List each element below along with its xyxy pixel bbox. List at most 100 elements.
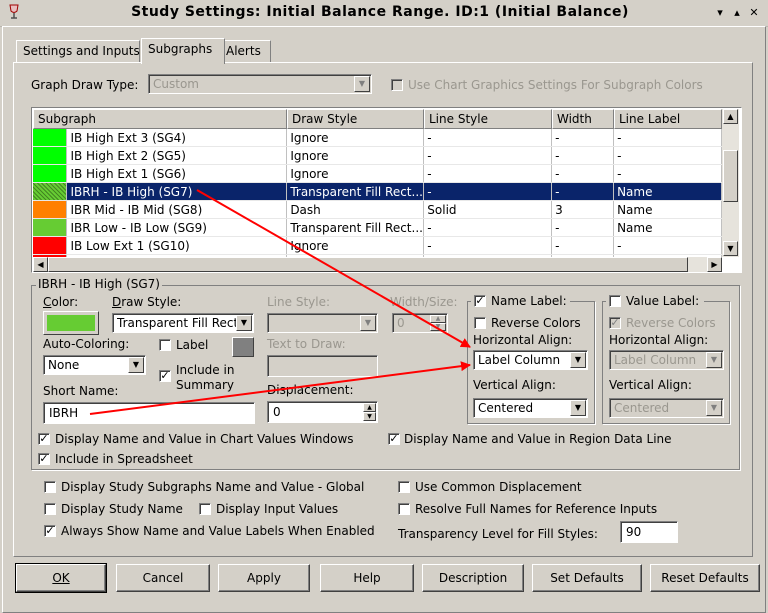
name-horizontal-align-select[interactable]: Label Column ▼ [473,350,588,370]
tab-alerts[interactable]: Alerts [219,40,271,63]
spin-down-icon[interactable]: ▼ [430,323,446,331]
horizontal-scroll-thumb[interactable] [48,257,688,272]
table-row[interactable]: IBR Low - IB Low (SG9) Transparent Fill R… [33,218,722,237]
table-row[interactable]: IBR Mid - IB Mid (SG8) Dash Solid 3 Name [33,200,722,219]
column-header-line-label[interactable]: Line Label [614,109,722,129]
help-button[interactable]: Help [320,564,414,592]
subgraph-detail-title: IBRH - IB High (SG7) [36,277,162,291]
name-reverse-colors-label: Reverse Colors [491,316,581,330]
cell-draw-style: Transparent Fill Rect... [286,218,425,237]
table-row[interactable]: IB High Ext 2 (SG5) Ignore - - - [33,146,722,165]
column-header-line-style[interactable]: Line Style [424,109,552,129]
close-icon[interactable]: ✕ [746,5,762,21]
scroll-left-icon[interactable]: ◀ [33,257,48,272]
chevron-down-icon: ▼ [128,357,144,373]
scroll-up-icon[interactable]: ▲ [723,109,738,124]
always-show-label: Always Show Name and Value Labels When E… [61,524,375,538]
cancel-button[interactable]: Cancel [116,564,210,592]
draw-style-select[interactable]: Transparent Fill Rect ▼ [112,313,254,333]
display-input-values-checkbox[interactable] [199,503,211,515]
cell-subgraph: IB High Ext 1 (SG6) [66,164,288,183]
chevron-down-icon: ▼ [354,76,370,92]
minimize-icon[interactable]: ▾ [712,5,728,21]
cell-line-label: Name [613,200,722,219]
graph-draw-type-select[interactable]: Custom ▼ [148,74,372,94]
window-title: Study Settings: Initial Balance Range. I… [131,4,629,20]
transparency-label: Transparency Level for Fill Styles: [398,527,598,541]
color-swatch [47,315,95,331]
tab-settings-and-inputs[interactable]: Settings and Inputs [16,40,140,63]
line-style-select[interactable]: ▼ [267,313,378,333]
column-header-draw-style[interactable]: Draw Style [287,109,424,129]
value-label-checkbox[interactable] [609,295,621,307]
transparency-input[interactable]: 90 [620,521,678,543]
name-vertical-align-select[interactable]: Centered ▼ [473,398,588,418]
cell-draw-style: Transparent Fill Rect... [286,182,425,201]
apply-button[interactable]: Apply [218,564,310,592]
description-button[interactable]: Description [422,564,524,592]
table-row[interactable]: IB High Ext 1 (SG6) Ignore - - - [33,164,722,183]
table-row[interactable]: IBRH - IB High (SG7) Transparent Fill Rec… [33,182,722,201]
chevron-down-icon: ▼ [360,315,376,331]
scroll-right-icon[interactable]: ▶ [707,257,722,272]
subgraph-color-swatch[interactable] [33,236,68,255]
auto-coloring-select[interactable]: None ▼ [43,355,146,375]
text-to-draw-input[interactable] [267,355,378,377]
column-header-width[interactable]: Width [552,109,614,129]
value-reverse-colors-checkbox[interactable]: ✓ [609,317,621,329]
cell-line-style: - [423,236,553,255]
displacement-spinner[interactable]: 0 ▲ ▼ [267,401,378,423]
width-size-spinner[interactable]: 0 ▲ ▼ [392,313,448,333]
spin-down-icon[interactable]: ▼ [363,412,376,421]
table-row[interactable]: IB Low Ext 1 (SG10) Ignore - - - [33,236,722,255]
cell-line-label: Name [613,182,722,201]
scroll-down-icon[interactable]: ▼ [723,241,738,256]
reset-defaults-button[interactable]: Reset Defaults [650,564,760,592]
subgraph-color-swatch[interactable] [33,218,68,237]
cell-line-style: - [423,146,553,165]
spin-up-icon[interactable]: ▲ [430,315,446,323]
subgraph-color-swatch[interactable] [33,164,68,183]
display-region-data-checkbox[interactable]: ✓ [388,433,400,445]
chevron-down-icon: ▼ [706,400,722,416]
column-header-subgraph[interactable]: Subgraph [33,109,287,129]
short-name-input[interactable]: IBRH [43,402,255,424]
vertical-scroll-thumb[interactable] [723,150,738,202]
use-common-displacement-checkbox[interactable] [398,481,410,493]
cell-line-style: - [423,129,553,147]
cell-subgraph: IBR Low - IB Low (SG9) [66,218,288,237]
subgraph-color-swatch[interactable] [33,182,68,201]
app-icon [9,4,19,19]
name-label-checkbox[interactable]: ✓ [474,295,486,307]
display-study-name-checkbox[interactable] [44,503,56,515]
display-study-name-label: Display Study Name [61,502,183,516]
tab-subgraphs[interactable]: Subgraphs [141,38,225,64]
use-chart-graphics-checkbox[interactable] [391,79,403,91]
table-row[interactable]: IB High Ext 3 (SG4) Ignore - - - [33,129,722,147]
name-reverse-colors-checkbox[interactable] [474,317,486,329]
subgraph-color-swatch[interactable] [33,200,68,219]
include-spreadsheet-checkbox[interactable]: ✓ [38,453,50,465]
subgraph-color-swatch[interactable] [33,129,68,147]
spin-up-icon[interactable]: ▲ [363,403,376,412]
ok-button[interactable]: OK [15,563,107,593]
label-color-button[interactable] [232,337,254,357]
set-defaults-button[interactable]: Set Defaults [532,564,642,592]
color-button[interactable] [43,311,99,335]
chevron-down-icon: ▼ [570,400,586,416]
cell-line-label: Name [613,218,722,237]
maximize-icon[interactable]: ▴ [729,5,745,21]
chevron-down-icon: ▼ [706,352,722,368]
value-vertical-align-select[interactable]: Centered ▼ [609,398,724,418]
include-spreadsheet-label: Include in Spreadsheet [55,452,193,466]
subgraph-color-swatch[interactable] [33,146,68,165]
include-in-summary-checkbox[interactable]: ✓ [159,370,171,382]
resolve-full-names-checkbox[interactable] [398,503,410,515]
display-global-checkbox[interactable] [44,481,56,493]
always-show-checkbox[interactable]: ✓ [44,525,56,537]
use-common-displacement-label: Use Common Displacement [415,480,582,494]
cell-line-label: - [613,129,722,147]
label-checkbox[interactable] [159,339,171,351]
display-chart-values-checkbox[interactable]: ✓ [38,433,50,445]
value-horizontal-align-select[interactable]: Label Column ▼ [609,350,724,370]
